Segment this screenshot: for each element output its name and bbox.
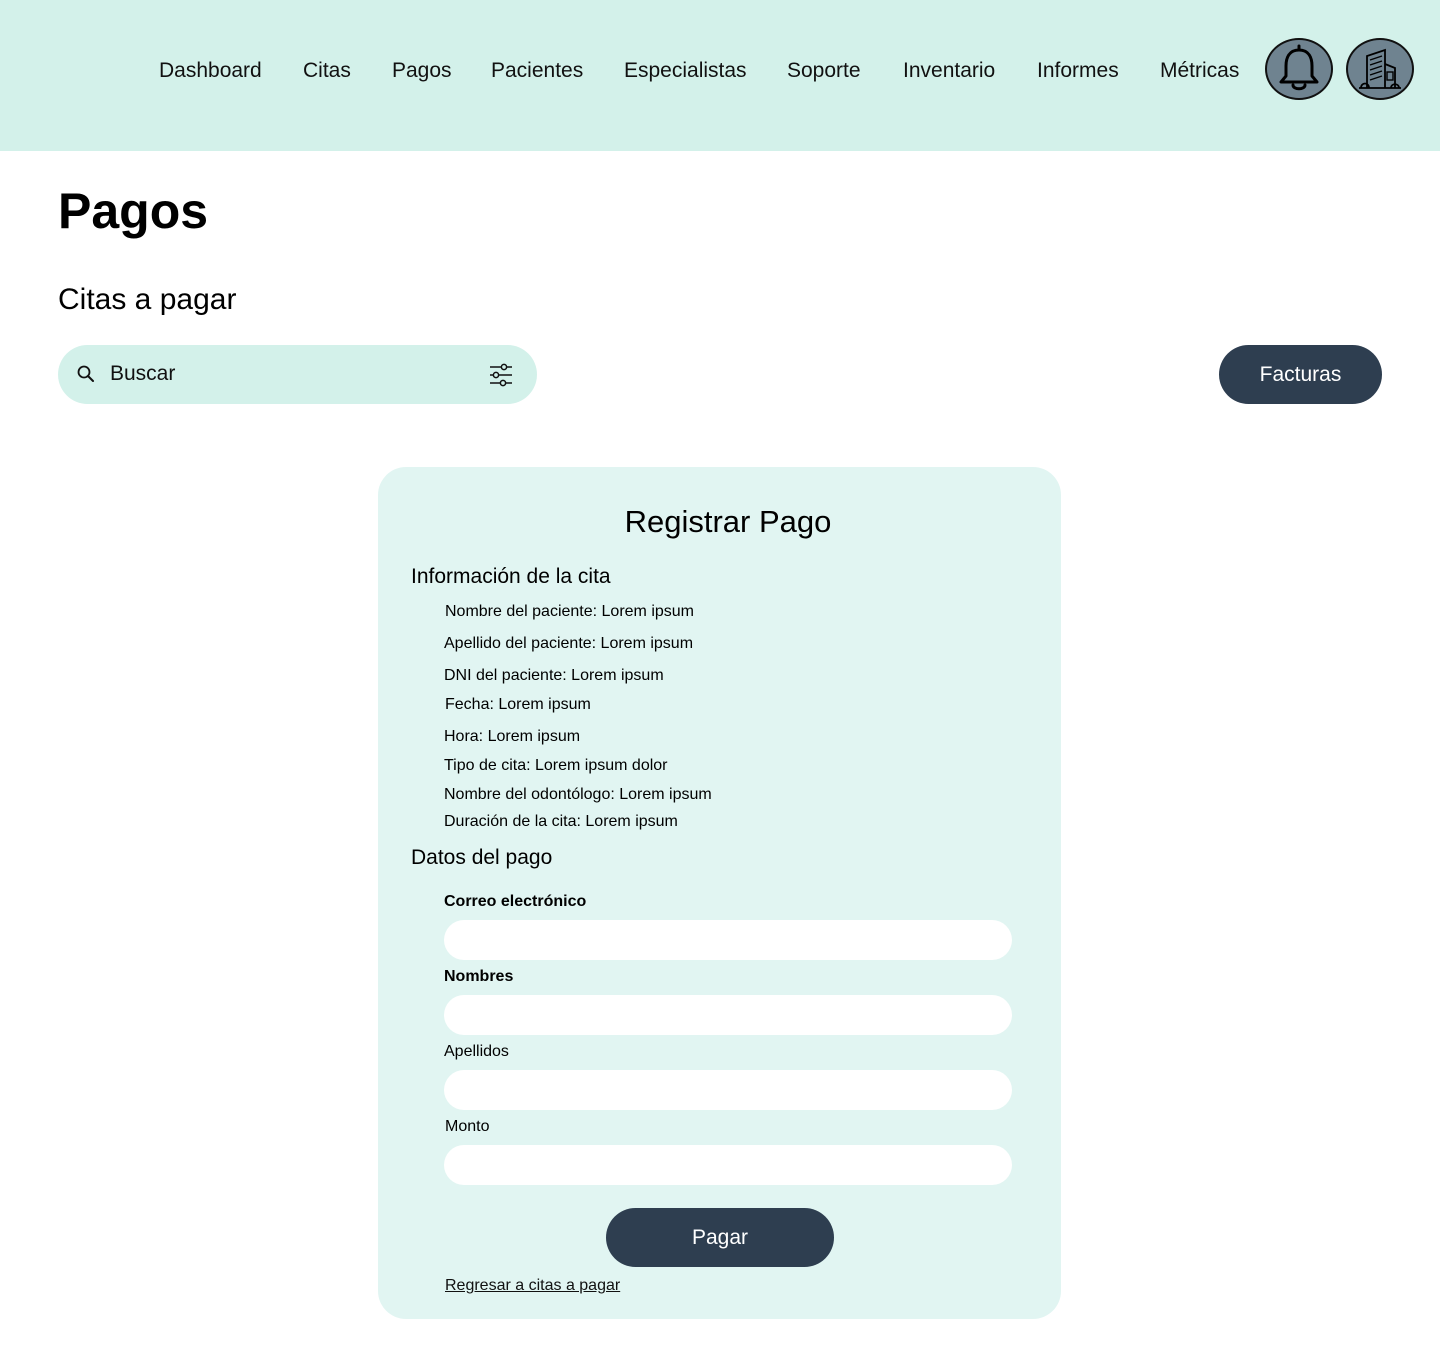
building-icon (1359, 48, 1401, 89)
page-title: Pagos (58, 183, 209, 239)
info-patient-name: Nombre del paciente: Lorem ipsum (445, 603, 695, 620)
first-names-field[interactable] (444, 995, 1012, 1035)
back-to-pending-link[interactable]: Regresar a citas a pagar (445, 1276, 620, 1296)
info-dentist-name: Nombre del odontólogo: Lorem ipsum (444, 786, 712, 803)
nav-item-dashboard[interactable]: Dashboard (159, 57, 262, 85)
nav-item-inventario[interactable]: Inventario (903, 57, 995, 85)
top-navigation-bar: Dashboard Citas Pagos Pacientes Especial… (0, 0, 1440, 151)
last-names-label: Apellidos (444, 1043, 509, 1060)
info-appointment-type: Tipo de cita: Lorem ipsum dolor (444, 757, 668, 774)
last-names-field[interactable] (444, 1070, 1012, 1110)
amount-label: Monto (445, 1118, 490, 1135)
email-label: Correo electrónico (444, 893, 587, 910)
search-input[interactable] (110, 359, 470, 389)
info-date: Fecha: Lorem ipsum (445, 696, 591, 713)
pay-button[interactable]: Pagar (606, 1208, 834, 1267)
clinic-profile-button[interactable] (1346, 38, 1414, 100)
nav-item-pacientes[interactable]: Pacientes (491, 57, 583, 85)
amount-field[interactable] (444, 1145, 1012, 1185)
nav-item-metricas[interactable]: Métricas (1160, 57, 1239, 85)
nav-item-citas[interactable]: Citas (303, 57, 351, 85)
email-field[interactable] (444, 920, 1012, 960)
register-payment-card: Registrar Pago Información de la cita No… (378, 467, 1061, 1319)
search-bar (58, 345, 537, 404)
nav-item-informes[interactable]: Informes (1037, 57, 1119, 85)
info-patient-lastname: Apellido del paciente: Lorem ipsum (444, 635, 694, 652)
nav-item-especialistas[interactable]: Especialistas (624, 57, 747, 85)
form-title: Registrar Pago (624, 504, 832, 539)
section-title: Citas a pagar (58, 283, 237, 316)
nav-item-pagos[interactable]: Pagos (392, 57, 452, 85)
search-icon (77, 365, 94, 382)
appointment-info-heading: Información de la cita (411, 565, 611, 588)
notifications-button[interactable] (1265, 38, 1333, 100)
sliders-icon[interactable] (488, 362, 514, 388)
info-patient-dni: DNI del paciente: Lorem ipsum (444, 667, 664, 684)
first-names-label: Nombres (444, 968, 514, 985)
info-time: Hora: Lorem ipsum (444, 728, 581, 745)
payment-data-heading: Datos del pago (411, 846, 553, 869)
nav-item-soporte[interactable]: Soporte (787, 57, 861, 85)
facturas-button[interactable]: Facturas (1219, 345, 1382, 404)
bell-icon (1279, 44, 1319, 91)
info-duration: Duración de la cita: Lorem ipsum (444, 813, 678, 830)
